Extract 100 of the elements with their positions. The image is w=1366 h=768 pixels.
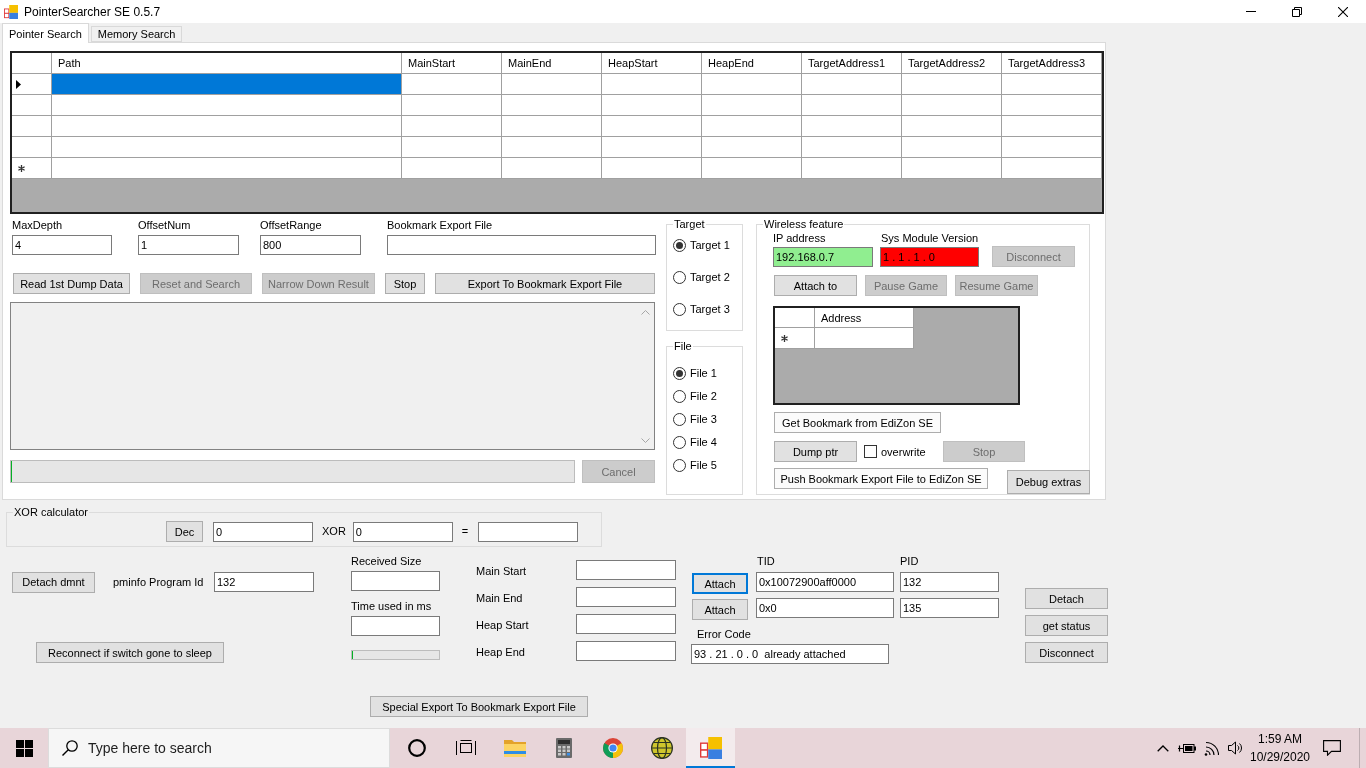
speech-bubble-icon[interactable] (1323, 740, 1341, 756)
debug-button[interactable]: Debug extras (1007, 470, 1090, 494)
round-logo-icon[interactable] (602, 738, 623, 758)
input-field[interactable]: 93 . 21 . 0 . 0 already attached (691, 644, 889, 664)
clock-time[interactable]: 1:59 AM (1258, 730, 1302, 748)
column-header[interactable]: HeapEnd (702, 53, 802, 74)
target-option[interactable]: Target 2 (673, 267, 730, 287)
push-bookmark-button[interactable]: Push Bookmark Export File to EdiZon SE (774, 468, 988, 489)
field-label: Heap End (476, 646, 525, 659)
special-export-button[interactable]: Special Export To Bookmark Export File (370, 696, 588, 717)
globe-icon[interactable] (650, 737, 673, 759)
input-field[interactable]: 132 (900, 572, 999, 592)
input-field[interactable]: 0x0 (756, 598, 894, 618)
file-option[interactable]: File 4 (673, 432, 717, 452)
disconnect-button[interactable]: Disconnect (1025, 642, 1108, 663)
input-field[interactable] (351, 616, 440, 636)
input-field[interactable] (387, 235, 656, 255)
field-label: Bookmark Export File (387, 218, 493, 232)
reconnect-button[interactable]: Reconnect if switch gone to sleep (36, 642, 224, 663)
target-option[interactable]: Target 3 (673, 299, 730, 319)
task-view-icon[interactable] (455, 740, 476, 756)
app-icon (4, 4, 18, 19)
tab[interactable]: Pointer Search (2, 23, 89, 43)
column-header[interactable]: TargetAddress2 (902, 53, 1002, 74)
wifi-icon[interactable] (1203, 740, 1219, 756)
attach-to-button[interactable]: Attach to (774, 275, 857, 296)
radio-icon[interactable] (673, 435, 686, 449)
get-status-button[interactable]: get status (1025, 615, 1108, 636)
speaker-icon[interactable] (1227, 741, 1243, 755)
overwrite-checkbox[interactable]: overwrite (864, 441, 943, 462)
field-label: IP address (773, 231, 826, 245)
tab[interactable]: Memory Search (90, 26, 183, 42)
operator-label: XOR (322, 525, 346, 538)
radio-icon[interactable] (673, 302, 686, 316)
input-field[interactable] (576, 614, 676, 634)
result-field[interactable] (478, 521, 579, 542)
column-header[interactable]: Path (52, 53, 402, 74)
radio-icon[interactable] (673, 270, 686, 284)
radio-icon[interactable] (673, 458, 686, 472)
search-input[interactable]: Type here to search (88, 729, 389, 767)
export-button[interactable]: Export To Bookmark Export File (435, 273, 655, 294)
column-header[interactable]: HeapStart (602, 53, 702, 74)
checkbox-icon[interactable] (864, 445, 877, 458)
input-field[interactable] (576, 587, 676, 607)
radio-icon[interactable] (673, 238, 686, 252)
file-option[interactable]: File 5 (673, 455, 717, 475)
read-dump-button[interactable]: Read 1st Dump Data (13, 273, 130, 294)
input-field[interactable]: 0x10072900aff0000 (756, 572, 894, 592)
equals-label: = (461, 525, 469, 538)
squares-icon[interactable] (699, 737, 722, 759)
input-field[interactable] (576, 641, 676, 661)
group-title: XOR calculator (13, 506, 89, 519)
input-field[interactable]: 0 (352, 521, 453, 542)
chevron-up-icon[interactable] (1157, 744, 1169, 752)
group-title: Wireless feature (763, 218, 845, 231)
file-option[interactable]: File 2 (673, 386, 717, 406)
detach-dmnt-button[interactable]: Detach dmnt (12, 571, 95, 593)
column-header[interactable]: Address (815, 308, 914, 328)
attach-button[interactable]: Attach (692, 573, 748, 594)
search-icon (62, 740, 78, 756)
target-option[interactable]: Target 1 (673, 235, 730, 255)
calculator-icon[interactable] (555, 738, 572, 758)
ring-icon[interactable] (407, 739, 426, 757)
input-field[interactable]: 1 . 1 . 1 . 0 (880, 247, 979, 267)
column-header[interactable]: TargetAddress1 (802, 53, 902, 74)
battery-icon[interactable] (1178, 742, 1196, 754)
row-header[interactable] (12, 74, 52, 95)
restore-icon (1292, 6, 1302, 17)
detach-button[interactable]: Detach (1025, 588, 1108, 609)
group-title: Target (673, 218, 706, 231)
column-header[interactable]: TargetAddress3 (1002, 53, 1102, 74)
radio-icon[interactable] (673, 389, 686, 403)
input-field[interactable]: 192.168.0.7 (773, 247, 873, 267)
input-field[interactable] (576, 560, 676, 580)
input-field[interactable] (351, 571, 440, 591)
input-field[interactable]: 4 (12, 235, 112, 255)
clock-date[interactable]: 10/29/2020 (1249, 748, 1311, 766)
search-bar[interactable]: Type here to search (48, 728, 390, 768)
input-field[interactable]: 1 (138, 235, 239, 255)
stop-button[interactable]: Stop (385, 273, 425, 294)
field-label: OffsetNum (138, 218, 191, 232)
field-label: pminfo Program Id (113, 575, 204, 589)
field-label: Sys Module Version (881, 231, 979, 245)
field-label: TID (757, 555, 775, 568)
dump-button[interactable]: Dump ptr (774, 441, 857, 462)
field-label: Received Size (351, 555, 422, 568)
radio-icon[interactable] (673, 412, 686, 426)
file-option[interactable]: File 3 (673, 409, 717, 429)
column-header[interactable]: MainEnd (502, 53, 602, 74)
base-button[interactable]: Dec (166, 521, 203, 542)
get-bookmark-button[interactable]: Get Bookmark from EdiZon SE (774, 412, 941, 433)
input-field[interactable]: 135 (900, 598, 999, 618)
input-field[interactable]: 132 (214, 572, 314, 592)
input-field[interactable]: 0 (213, 521, 313, 542)
column-header[interactable]: MainStart (402, 53, 502, 74)
radio-icon[interactable] (673, 366, 686, 380)
field-label: OffsetRange (260, 218, 322, 232)
file-option[interactable]: File 1 (673, 363, 717, 383)
attach-button[interactable]: Attach (692, 599, 748, 620)
input-field[interactable]: 800 (260, 235, 361, 255)
